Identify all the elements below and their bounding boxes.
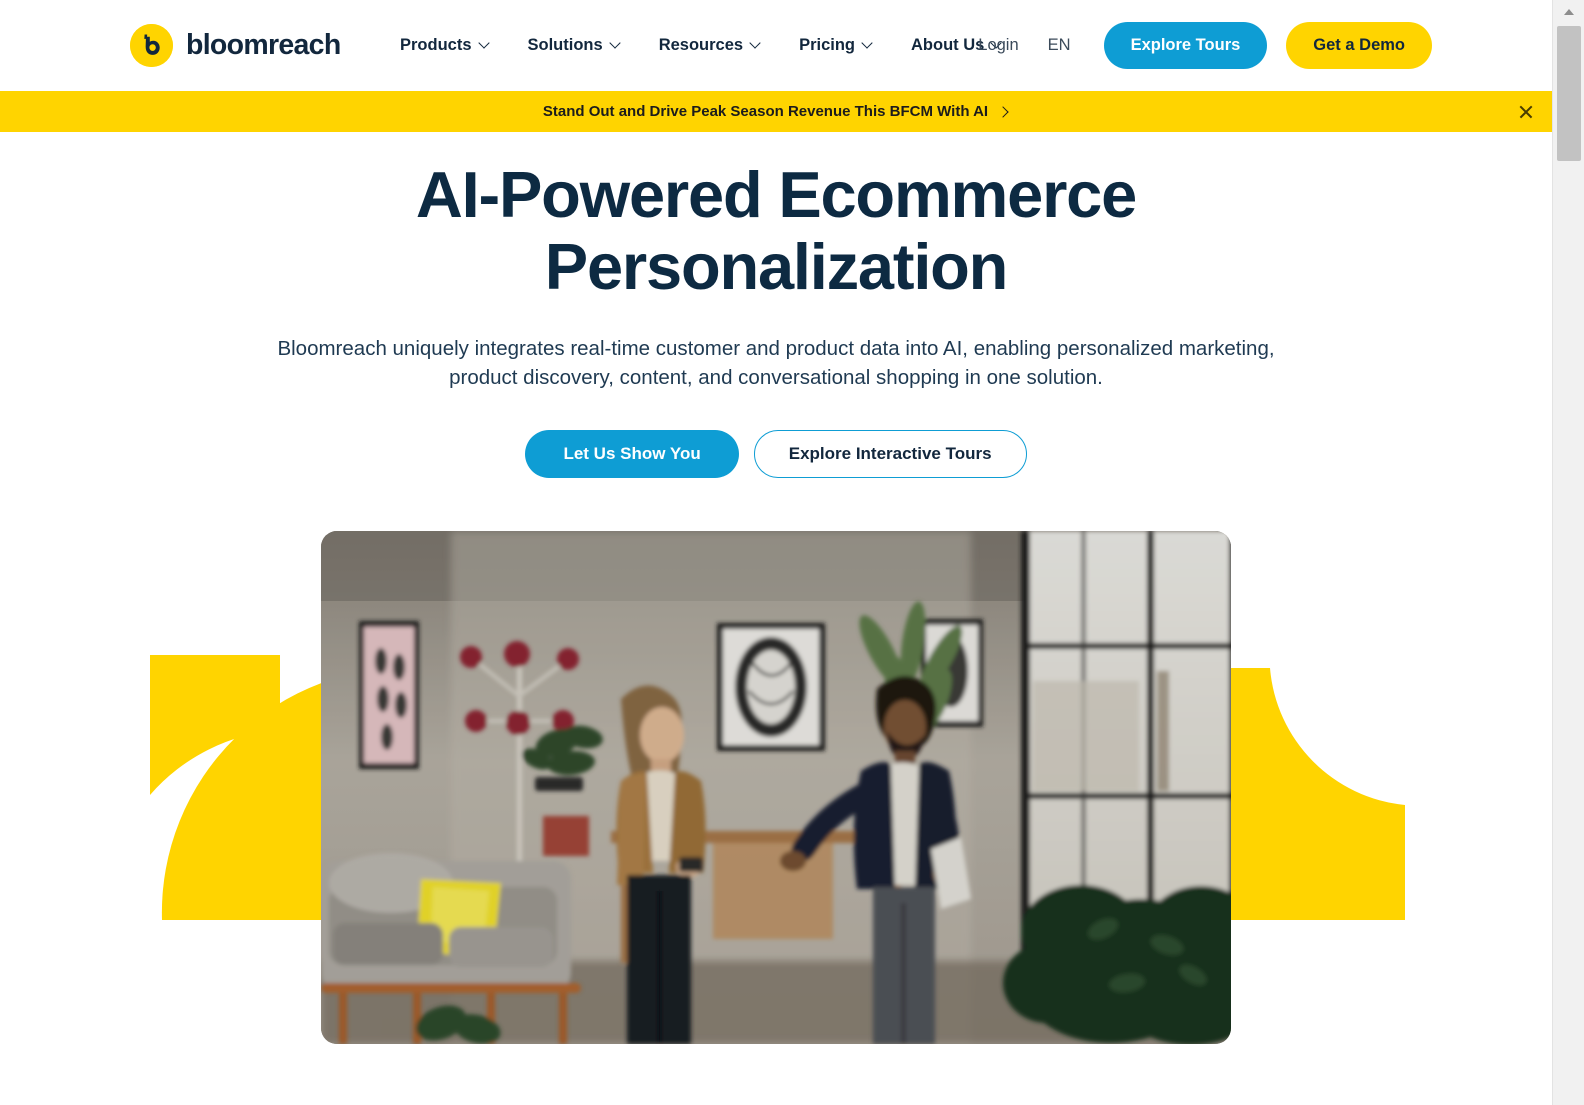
hero-section: AI-Powered Ecommerce Personalization Blo… bbox=[0, 132, 1552, 479]
nav-label: Pricing bbox=[799, 35, 856, 54]
get-a-demo-button[interactable]: Get a Demo bbox=[1286, 22, 1432, 69]
scroll-thumb[interactable] bbox=[1557, 26, 1581, 161]
nav-item-solutions[interactable]: Solutions bbox=[528, 30, 638, 60]
hero-cta-group: Let Us Show You Explore Interactive Tour… bbox=[0, 430, 1552, 479]
chevron-down-icon bbox=[862, 38, 873, 49]
nav-label: Products bbox=[400, 35, 472, 54]
hero-video[interactable] bbox=[321, 531, 1231, 1044]
browser-page: bloomreach Products Solutions Resources … bbox=[0, 0, 1584, 1105]
vertical-scrollbar[interactable] bbox=[1552, 0, 1584, 1105]
let-us-show-you-button[interactable]: Let Us Show You bbox=[525, 430, 739, 479]
yellow-quarter-arc-shape-right bbox=[1230, 650, 1405, 920]
site-header: bloomreach Products Solutions Resources … bbox=[0, 0, 1552, 91]
nav-item-resources[interactable]: Resources bbox=[659, 30, 778, 60]
hero-video-frame bbox=[321, 531, 1231, 1044]
nav-label: Resources bbox=[658, 35, 744, 54]
close-icon[interactable] bbox=[1515, 101, 1537, 123]
chevron-right-icon bbox=[999, 107, 1009, 117]
language-selector[interactable]: EN bbox=[1048, 36, 1071, 55]
bloomreach-logo[interactable]: bloomreach bbox=[130, 24, 341, 67]
nav-item-pricing[interactable]: Pricing bbox=[799, 30, 890, 60]
promo-banner-link[interactable]: Stand Out and Drive Peak Season Revenue … bbox=[543, 103, 1009, 120]
chevron-down-icon bbox=[610, 38, 621, 49]
scroll-up-arrow-icon[interactable] bbox=[1553, 0, 1584, 22]
header-actions: Login EN Explore Tours Get a Demo bbox=[978, 22, 1432, 69]
hero-subtitle: Bloomreach uniquely integrates real-time… bbox=[277, 337, 1275, 389]
chevron-down-icon bbox=[479, 38, 490, 49]
chevron-down-icon bbox=[750, 38, 761, 49]
promo-banner: Stand Out and Drive Peak Season Revenue … bbox=[0, 91, 1552, 132]
page-viewport: bloomreach Products Solutions Resources … bbox=[0, 0, 1552, 1105]
page-title: AI-Powered Ecommerce Personalization bbox=[415, 158, 1137, 303]
logo-wordmark: bloomreach bbox=[186, 29, 341, 62]
nav-item-products[interactable]: Products bbox=[400, 30, 507, 60]
promo-banner-text: Stand Out and Drive Peak Season Revenue … bbox=[542, 103, 989, 120]
explore-interactive-tours-button[interactable]: Explore Interactive Tours bbox=[753, 430, 1027, 479]
bloomreach-b-icon bbox=[130, 24, 173, 67]
nav-label: About Us bbox=[911, 35, 985, 54]
main-navigation: Products Solutions Resources Pricing Abo… bbox=[400, 30, 1019, 60]
login-link[interactable]: Login bbox=[978, 36, 1018, 55]
explore-tours-button[interactable]: Explore Tours bbox=[1103, 22, 1268, 69]
nav-label: Solutions bbox=[527, 35, 603, 54]
